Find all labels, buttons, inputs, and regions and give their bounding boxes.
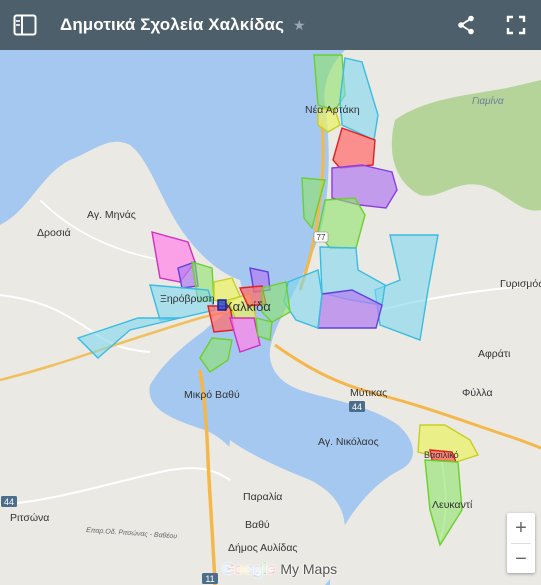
label-drosia: Δροσιά bbox=[37, 227, 71, 239]
label-afrati: Αφράτι bbox=[478, 348, 511, 360]
svg-text:11: 11 bbox=[205, 574, 214, 584]
star-icon[interactable]: ★ bbox=[293, 17, 306, 34]
label-mikro-vathy: Μικρό Βαθύ bbox=[184, 389, 240, 401]
label-fylla: Φύλλα bbox=[462, 387, 493, 399]
svg-text:44: 44 bbox=[352, 402, 362, 412]
map-canvas[interactable]: 77 44 44 11 Νέα Αρτάκη Γιαμίνα Αγ. Μηνάς… bbox=[0, 50, 541, 585]
shield-r44-east: 44 bbox=[349, 401, 365, 412]
label-vasiliko: Βασιλικό bbox=[424, 450, 459, 460]
map-title: Δημοτικά Σχολεία Χαλκίδας bbox=[60, 15, 285, 34]
label-lefkanti: Λευκαντί bbox=[432, 499, 473, 511]
label-chalkida: Χαλκίδα bbox=[224, 299, 271, 314]
zoom-control: + − bbox=[507, 513, 535, 573]
google-logo-text: Google bbox=[222, 561, 276, 578]
label-ag-nikolaos: Αγ. Νικόλαος bbox=[318, 436, 379, 448]
label-vathy: Βαθύ bbox=[245, 519, 270, 531]
label-gyrismos: Γυρισμός bbox=[500, 278, 541, 290]
label-giamina: Γιαμίνα bbox=[472, 95, 504, 107]
label-ag-minas: Αγ. Μηνάς bbox=[87, 209, 136, 221]
label-ritsona: Ριτσώνα bbox=[10, 512, 49, 524]
svg-text:77: 77 bbox=[317, 233, 326, 242]
zoom-out-button[interactable]: − bbox=[507, 544, 535, 574]
zoom-in-button[interactable]: + bbox=[507, 513, 535, 543]
svg-text:44: 44 bbox=[4, 497, 14, 507]
share-button[interactable] bbox=[441, 0, 491, 50]
label-dimos-avlidas: Δήμος Αυλίδας bbox=[228, 542, 297, 554]
label-nea-artaki: Νέα Αρτάκη bbox=[305, 104, 360, 116]
shield-r44-west: 44 bbox=[1, 496, 17, 507]
fullscreen-icon bbox=[506, 15, 526, 35]
shield-r11: 11 bbox=[202, 573, 218, 584]
side-panel-icon bbox=[13, 14, 37, 36]
label-paralia: Παραλία bbox=[243, 491, 282, 503]
shield-r77: 77 bbox=[313, 231, 329, 243]
district-polygon[interactable] bbox=[255, 317, 273, 341]
side-panel-button[interactable] bbox=[0, 0, 50, 50]
fullscreen-button[interactable] bbox=[491, 0, 541, 50]
my-maps-text: My Maps bbox=[280, 561, 338, 577]
google-my-maps-logo: Google My Maps bbox=[222, 561, 337, 579]
map-header: Δημοτικά Σχολεία Χαλκίδας ★ bbox=[0, 0, 541, 50]
share-icon bbox=[458, 15, 474, 35]
label-mytikas: Μύτικας bbox=[350, 387, 387, 399]
label-xirovrysi: Ξηρόβρυση bbox=[160, 293, 215, 305]
